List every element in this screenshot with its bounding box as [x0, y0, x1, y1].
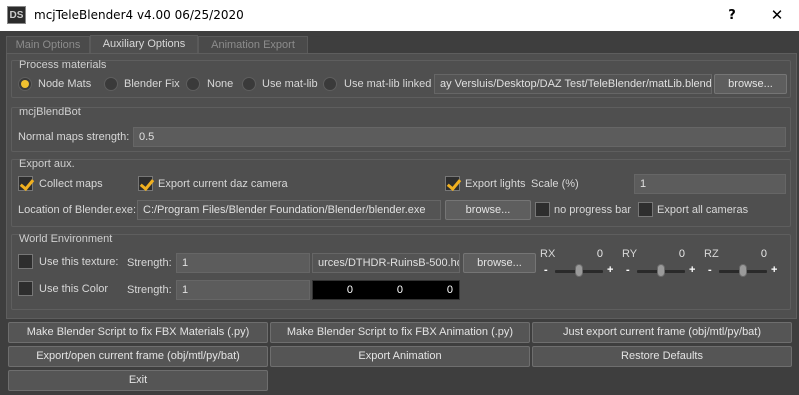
blendbot-title: mcjBlendBot	[19, 106, 81, 118]
rz-value: 0	[760, 248, 767, 260]
normal-maps-label: Normal maps strength:	[18, 131, 130, 143]
ry-value: 0	[678, 248, 685, 260]
rx-minus-icon[interactable]: -	[544, 264, 548, 276]
export-lights-checkbox[interactable]	[445, 176, 460, 191]
use-texture-checkbox[interactable]	[18, 254, 33, 269]
export-aux-title: Export aux.	[19, 158, 75, 170]
export-camera-checkbox[interactable]	[138, 176, 153, 191]
use-texture-label: Use this texture:	[39, 256, 119, 268]
ry-slider-handle[interactable]	[657, 264, 665, 277]
dialog-body: Main Options Auxiliary Options Animation…	[0, 31, 799, 395]
radio-use-mat-lib-linked-label: Use mat-lib linked	[344, 78, 432, 90]
matlib-browse-button[interactable]: browse...	[714, 74, 787, 94]
tab-auxiliary-options[interactable]: Auxiliary Options	[90, 35, 198, 54]
radio-blender-fix[interactable]	[104, 77, 118, 91]
matlib-path-field[interactable]: ay Versluis/Desktop/DAZ Test/TeleBlender…	[434, 74, 712, 94]
blender-browse-button[interactable]: browse...	[445, 200, 531, 220]
world-environment-group: World Environment Use this texture: Stre…	[11, 233, 791, 310]
export-current-frame-button[interactable]: Just export current frame (obj/mtl/py/ba…	[532, 322, 792, 343]
rx-plus-icon[interactable]: +	[607, 264, 613, 276]
hdr-browse-button[interactable]: browse...	[463, 253, 536, 273]
tab-main-options[interactable]: Main Options	[6, 36, 90, 54]
radio-node-mats-label: Node Mats	[38, 78, 92, 90]
window-title: mcjTeleBlender4 v4.00 06/25/2020	[34, 8, 244, 22]
rx-slider-handle[interactable]	[575, 264, 583, 277]
rx-value: 0	[596, 248, 603, 260]
export-lights-label: Export lights	[465, 178, 526, 190]
color-blue-value: 0	[446, 284, 453, 296]
no-progress-bar-label: no progress bar	[554, 204, 632, 216]
radio-none-label: None	[207, 78, 234, 90]
color-red-value: 0	[346, 284, 353, 296]
daz-app-icon: DS	[7, 6, 26, 24]
scale-label: Scale (%)	[531, 178, 579, 190]
blender-location-label: Location of Blender.exe:	[18, 204, 137, 216]
rz-label: RZ	[704, 248, 719, 260]
fix-fbx-materials-button[interactable]: Make Blender Script to fix FBX Materials…	[8, 322, 268, 343]
texture-strength-label: Strength:	[127, 257, 172, 269]
blender-path-field[interactable]: C:/Program Files/Blender Foundation/Blen…	[137, 200, 441, 220]
color-rgb-field[interactable]: 0 0 0	[312, 280, 460, 300]
restore-defaults-button[interactable]: Restore Defaults	[532, 346, 792, 367]
radio-use-mat-lib-label: Use mat-lib	[262, 78, 318, 90]
export-all-cameras-checkbox[interactable]	[638, 202, 653, 217]
blendbot-group: mcjBlendBot Normal maps strength: 0.5	[11, 106, 791, 152]
rz-slider-handle[interactable]	[739, 264, 747, 277]
no-progress-bar-checkbox[interactable]	[535, 202, 550, 217]
help-button[interactable]: ?	[710, 0, 754, 31]
ry-minus-icon[interactable]: -	[626, 264, 630, 276]
export-open-frame-button[interactable]: Export/open current frame (obj/mtl/py/ba…	[8, 346, 268, 367]
use-color-checkbox[interactable]	[18, 281, 33, 296]
export-all-cameras-label: Export all cameras	[657, 204, 749, 216]
radio-use-mat-lib-linked[interactable]	[323, 77, 337, 91]
ry-label: RY	[622, 248, 638, 260]
use-color-label: Use this Color	[39, 283, 109, 295]
rz-plus-icon[interactable]: +	[771, 264, 777, 276]
scale-field[interactable]: 1	[634, 174, 786, 194]
radio-blender-fix-label: Blender Fix	[124, 78, 180, 90]
collect-maps-label: Collect maps	[39, 178, 103, 190]
world-environment-title: World Environment	[19, 233, 113, 245]
exit-button[interactable]: Exit	[8, 370, 268, 391]
radio-use-mat-lib[interactable]	[242, 77, 256, 91]
export-camera-label: Export current daz camera	[158, 178, 288, 190]
export-aux-group: Export aux. Collect maps Export current …	[11, 158, 791, 227]
normal-maps-strength-field[interactable]: 0.5	[133, 127, 786, 147]
process-materials-title: Process materials	[19, 59, 107, 71]
process-materials-group: Process materials Node Mats Blender Fix …	[11, 59, 791, 98]
auxiliary-options-panel: Process materials Node Mats Blender Fix …	[6, 53, 797, 319]
fix-fbx-animation-button[interactable]: Make Blender Script to fix FBX Animation…	[270, 322, 530, 343]
title-bar: DS mcjTeleBlender4 v4.00 06/25/2020 ? ✕	[0, 0, 799, 31]
export-animation-button[interactable]: Export Animation	[270, 346, 530, 367]
hdr-path-field[interactable]: urces/DTHDR-RuinsB-500.hdr	[312, 253, 460, 273]
texture-strength-field[interactable]: 1	[176, 253, 310, 273]
tab-animation-export[interactable]: Animation Export	[198, 36, 308, 54]
rx-label: RX	[540, 248, 556, 260]
close-window-button[interactable]: ✕	[755, 0, 799, 31]
collect-maps-checkbox[interactable]	[18, 176, 33, 191]
ry-plus-icon[interactable]: +	[689, 264, 695, 276]
color-green-value: 0	[396, 284, 403, 296]
color-strength-field[interactable]: 1	[176, 280, 310, 300]
radio-none[interactable]	[186, 77, 200, 91]
rz-minus-icon[interactable]: -	[708, 264, 712, 276]
color-strength-label: Strength:	[127, 284, 172, 296]
radio-node-mats[interactable]	[18, 77, 32, 91]
